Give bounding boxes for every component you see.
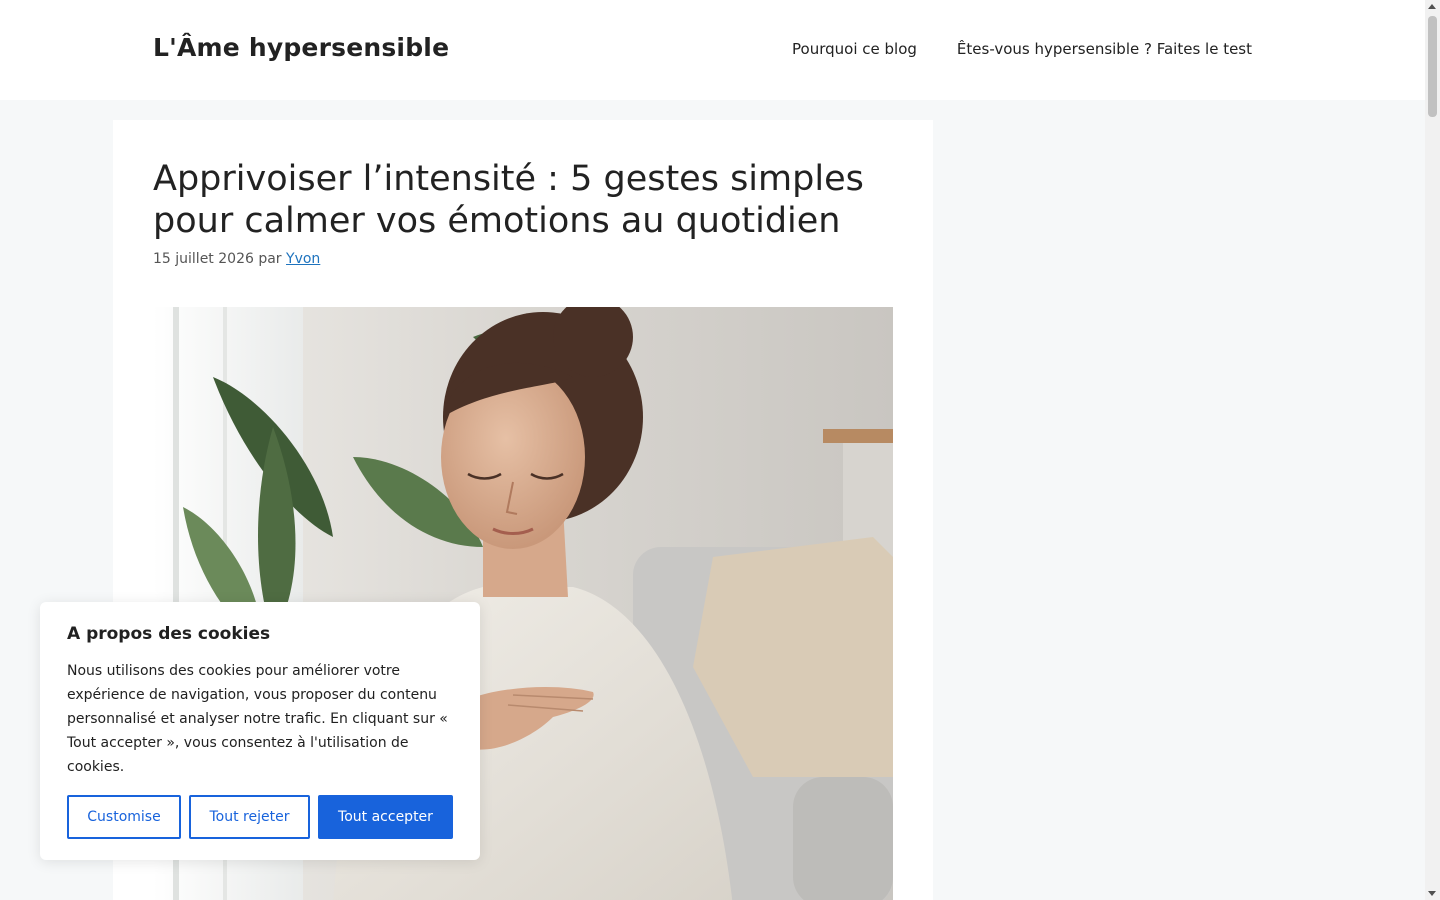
scrollbar-thumb[interactable] xyxy=(1428,16,1437,117)
article-meta: 15 juillet 2026 par Yvon xyxy=(153,251,320,267)
nav-item-test-hypersensible[interactable]: Êtes-vous hypersensible ? Faites le test xyxy=(957,40,1252,58)
reject-all-button[interactable]: Tout rejeter xyxy=(189,795,310,839)
cookie-consent-banner: A propos des cookies Nous utilisons des … xyxy=(40,602,480,860)
accept-all-button[interactable]: Tout accepter xyxy=(318,795,453,839)
cookie-banner-text: Nous utilisons des cookies pour améliore… xyxy=(67,663,448,775)
author-link[interactable]: Yvon xyxy=(286,251,320,267)
site-header: L'Âme hypersensible Pourquoi ce blog Ête… xyxy=(0,0,1425,100)
article-date: 15 juillet 2026 xyxy=(153,251,254,267)
cookie-button-group: Customise Tout rejeter Tout accepter xyxy=(67,795,453,839)
nav-item-pourquoi-ce-blog[interactable]: Pourquoi ce blog xyxy=(792,40,917,58)
article-title: Apprivoiser l’intensité : 5 gestes simpl… xyxy=(153,159,864,241)
customise-button[interactable]: Customise xyxy=(67,795,181,839)
article-by-label: par xyxy=(258,251,282,267)
scroll-down-arrow-icon[interactable] xyxy=(1428,891,1436,896)
cookie-banner-title: A propos des cookies xyxy=(67,624,271,644)
scroll-up-arrow-icon[interactable] xyxy=(1428,4,1436,9)
main-nav: Pourquoi ce blog Êtes-vous hypersensible… xyxy=(792,40,1252,58)
page-scrollbar[interactable] xyxy=(1425,0,1440,900)
site-title-link[interactable]: L'Âme hypersensible xyxy=(153,33,449,62)
page: L'Âme hypersensible Pourquoi ce blog Ête… xyxy=(0,0,1425,900)
